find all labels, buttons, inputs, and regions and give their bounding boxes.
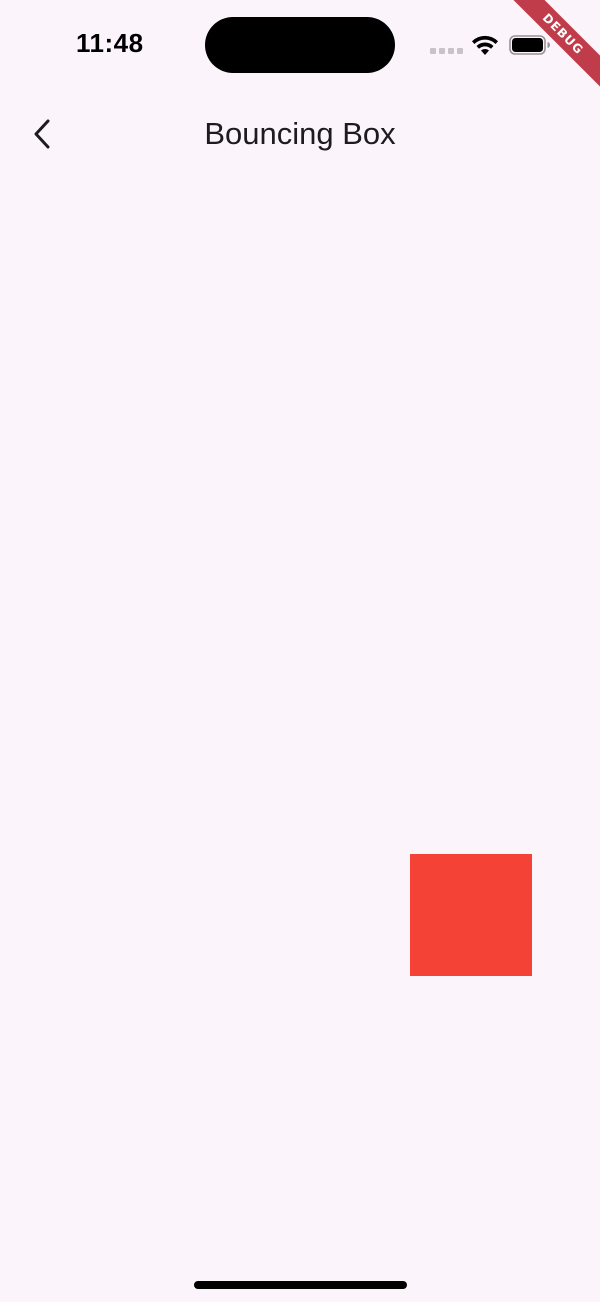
battery-icon — [509, 35, 550, 55]
app-bar: Bouncing Box — [0, 96, 600, 172]
chevron-left-icon — [34, 119, 50, 149]
back-button[interactable] — [18, 106, 66, 162]
cellular-signal-icon — [430, 48, 463, 54]
status-bar: 11:48 — [0, 0, 600, 90]
bouncing-box — [410, 854, 532, 976]
dynamic-island — [205, 17, 395, 73]
home-indicator[interactable] — [194, 1281, 407, 1289]
wifi-icon — [472, 35, 498, 55]
page-title: Bouncing Box — [204, 116, 396, 151]
status-time: 11:48 — [76, 28, 144, 58]
app-screen: 11:48 DEBUG Bouncing Box — [0, 0, 600, 1302]
animation-area — [0, 172, 600, 1262]
